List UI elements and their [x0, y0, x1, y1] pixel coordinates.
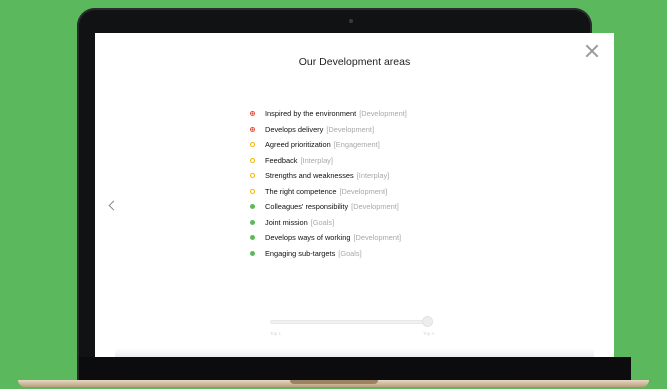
area-name: Inspired by the environment [265, 109, 357, 119]
area-name: Joint mission [265, 217, 308, 227]
area-category: [Goals] [310, 217, 335, 227]
area-category: [Development] [353, 233, 402, 243]
status-dot-icon [250, 219, 255, 225]
area-category: [Engagement] [333, 140, 380, 150]
slider-start-label: Top 1 [270, 331, 282, 336]
area-category: [Development] [339, 186, 388, 196]
list-item: Colleagues' responsibility [Development] [250, 199, 407, 215]
list-item: Inspired by the environment [Development] [250, 106, 407, 122]
area-category: [Development] [351, 202, 399, 212]
list-item: Develops ways of working [Development] [250, 230, 407, 246]
top-slider[interactable] [270, 316, 433, 328]
modal-title: Our Development areas [298, 56, 411, 68]
area-name: Strengths and weaknesses [265, 171, 354, 181]
stage: Our Development areas Inspired by the en… [0, 0, 667, 389]
status-dot-icon [250, 204, 255, 210]
area-name: Develops delivery [265, 124, 324, 134]
slider-end-label: Top 4 [423, 331, 435, 336]
development-area-list: Inspired by the environment [Development]… [250, 106, 407, 261]
area-name: Engaging sub-targets [265, 248, 336, 258]
list-item: Feedback [Interplay] [250, 153, 407, 169]
status-dot-icon [250, 126, 255, 132]
laptop-chin [79, 357, 631, 381]
chevron-left-icon[interactable] [107, 200, 117, 212]
status-dot-icon [250, 173, 255, 179]
area-category: [Interplay] [300, 155, 333, 165]
area-category: [Goals] [338, 248, 362, 258]
area-name: The right competence [265, 186, 337, 196]
area-name: Agreed prioritization [265, 140, 331, 150]
list-item: The right competence [Development] [250, 184, 407, 200]
status-dot-icon [250, 142, 255, 148]
panel-bottom-edge [115, 348, 594, 357]
close-icon[interactable] [585, 44, 599, 58]
slider-track[interactable] [270, 320, 433, 324]
area-name: Colleagues' responsibility [265, 202, 349, 212]
status-dot-icon [250, 235, 255, 241]
status-dot-icon [250, 188, 255, 194]
list-item: Agreed prioritization [Engagement] [250, 137, 407, 153]
list-item: Strengths and weaknesses [Interplay] [250, 168, 407, 184]
area-category: [Development] [326, 124, 374, 134]
area-category: [Development] [359, 109, 407, 119]
list-item: Joint mission [Goals] [250, 215, 407, 231]
camera-icon [349, 19, 353, 23]
slider-thumb[interactable] [422, 316, 433, 327]
area-name: Develops ways of working [265, 233, 351, 243]
list-item: Engaging sub-targets [Goals] [250, 246, 407, 262]
status-dot-icon [250, 250, 255, 256]
area-name: Feedback [265, 155, 298, 165]
modal: Our Development areas Inspired by the en… [95, 33, 614, 357]
list-item: Develops delivery [Development] [250, 122, 407, 138]
area-category: [Interplay] [356, 171, 390, 181]
status-dot-icon [250, 111, 255, 117]
status-dot-icon [250, 157, 255, 163]
laptop-notch [290, 380, 378, 384]
